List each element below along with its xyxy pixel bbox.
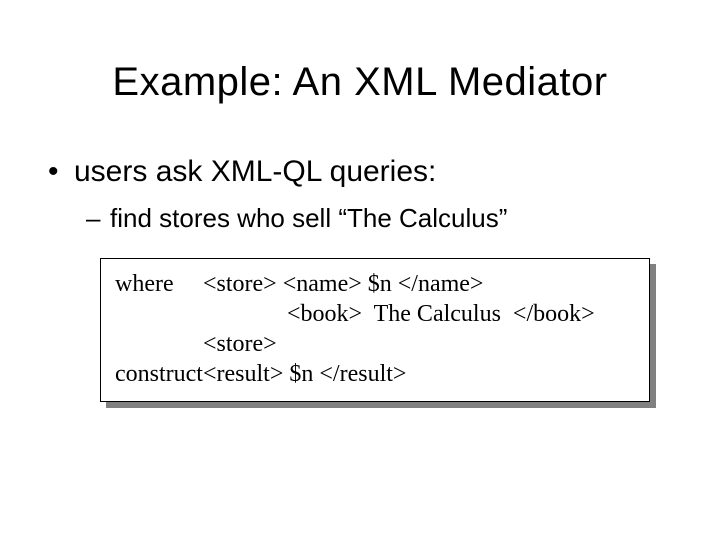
keyword-where: where <box>115 269 203 299</box>
bullet-dot-icon: • <box>48 155 74 189</box>
code-line-1: <store> <name> $n </name> <box>203 269 595 299</box>
code-row: <store> <box>115 329 595 359</box>
code-line-3: <store> <box>203 329 595 359</box>
slide-title: Example: An XML Mediator <box>40 60 680 105</box>
code-line-4: <result> $n </result> <box>203 359 595 389</box>
bullet-2-text: find stores who sell “The Calculus” <box>110 203 507 233</box>
code-row: <book> The Calculus </book> <box>115 299 595 329</box>
bullet-level-2: –find stores who sell “The Calculus” <box>86 203 680 234</box>
code-table: where <store> <name> $n </name> <book> T… <box>115 269 595 389</box>
code-line-2: <book> The Calculus </book> <box>203 299 595 329</box>
code-row: construct <result> $n </result> <box>115 359 595 389</box>
bullet-level-1: •users ask XML-QL queries: <box>48 155 680 189</box>
slide: Example: An XML Mediator •users ask XML-… <box>0 0 720 540</box>
bullet-1-text: users ask XML-QL queries: <box>74 155 436 188</box>
code-row: where <store> <name> $n </name> <box>115 269 595 299</box>
code-box: where <store> <name> $n </name> <book> T… <box>100 258 650 402</box>
bullet-dash-icon: – <box>86 203 110 234</box>
code-box-container: where <store> <name> $n </name> <book> T… <box>100 258 650 402</box>
keyword-construct: construct <box>115 359 203 389</box>
